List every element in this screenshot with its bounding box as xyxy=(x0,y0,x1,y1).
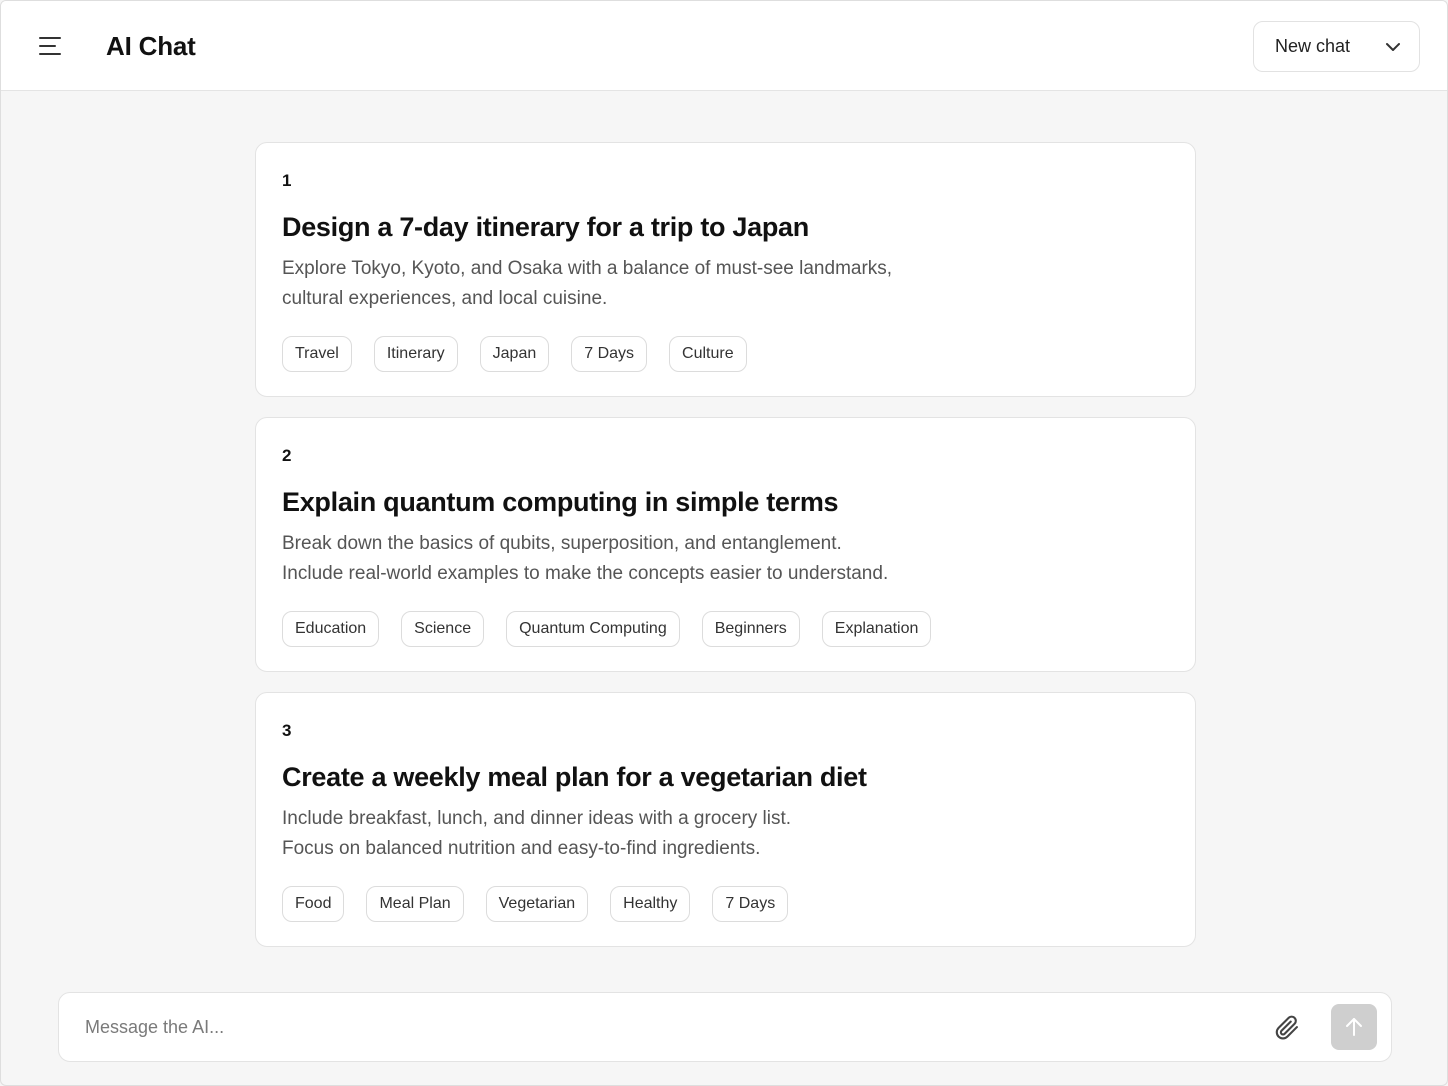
card-description-line: Explore Tokyo, Kyoto, and Osaka with a b… xyxy=(282,258,893,279)
card-number: 2 xyxy=(282,446,292,465)
app-title: AI Chat xyxy=(106,31,196,61)
hamburger-menu-icon xyxy=(39,37,61,39)
prompt-card-list: 1 Design a 7-day itinerary for a trip to… xyxy=(255,142,1196,967)
tag-chip[interactable]: Food xyxy=(282,886,345,922)
tag-chip[interactable]: Quantum Computing xyxy=(506,611,680,647)
tag-chip[interactable]: 7 Days xyxy=(712,886,789,922)
tag-chip[interactable]: 7 Days xyxy=(571,336,648,372)
message-composer xyxy=(58,992,1392,1062)
card-description-line: Focus on balanced nutrition and easy-to-… xyxy=(282,838,761,859)
tag-chip[interactable]: Itinerary xyxy=(373,336,458,372)
tag-chip[interactable]: Vegetarian xyxy=(485,886,589,922)
tag-chip[interactable]: Meal Plan xyxy=(366,886,464,922)
card-title: Design a 7-day itinerary for a trip to J… xyxy=(282,212,809,242)
card-number: 3 xyxy=(282,721,292,740)
card-title: Create a weekly meal plan for a vegetari… xyxy=(282,762,867,792)
tag-chip[interactable]: Travel xyxy=(282,336,352,372)
tag-chip[interactable]: Education xyxy=(282,611,380,647)
hamburger-line xyxy=(39,53,61,55)
card-description: Include breakfast, lunch, and dinner ide… xyxy=(282,804,1169,864)
card-title: Explain quantum computing in simple term… xyxy=(282,487,839,517)
tag-list: Food Meal Plan Vegetarian Healthy 7 Days xyxy=(282,886,789,922)
hamburger-line xyxy=(39,45,56,47)
new-chat-dropdown[interactable]: New chat xyxy=(1253,21,1420,72)
prompt-card[interactable]: 1 Design a 7-day itinerary for a trip to… xyxy=(255,142,1196,397)
chevron-down-icon xyxy=(1386,43,1400,51)
menu-button[interactable] xyxy=(31,29,69,63)
send-button[interactable] xyxy=(1331,1004,1377,1050)
message-input[interactable] xyxy=(59,993,1239,1061)
card-description: Explore Tokyo, Kyoto, and Osaka with a b… xyxy=(282,254,1169,314)
header-bar: AI Chat New chat xyxy=(1,1,1447,91)
tag-chip[interactable]: Beginners xyxy=(701,611,800,647)
tag-list: Travel Itinerary Japan 7 Days Culture xyxy=(282,336,747,372)
tag-chip[interactable]: Science xyxy=(401,611,485,647)
card-number: 1 xyxy=(282,171,292,190)
new-chat-label: New chat xyxy=(1275,36,1351,56)
prompt-card[interactable]: 2 Explain quantum computing in simple te… xyxy=(255,417,1196,672)
tag-chip[interactable]: Japan xyxy=(479,336,550,372)
tag-chip[interactable]: Explanation xyxy=(821,611,932,647)
card-description-line: Break down the basics of qubits, superpo… xyxy=(282,533,842,554)
tag-chip[interactable]: Healthy xyxy=(610,886,691,922)
card-description: Break down the basics of qubits, superpo… xyxy=(282,529,1169,589)
card-description-line: Include breakfast, lunch, and dinner ide… xyxy=(282,808,792,829)
tag-list: Education Science Quantum Computing Begi… xyxy=(282,611,932,647)
prompt-card[interactable]: 3 Create a weekly meal plan for a vegeta… xyxy=(255,692,1196,947)
card-description-line: cultural experiences, and local cuisine. xyxy=(282,288,608,309)
arrow-up-icon xyxy=(1346,1018,1362,1036)
paperclip-icon[interactable] xyxy=(1273,1013,1301,1043)
app-window: AI Chat New chat 1 Design a 7-day itiner… xyxy=(0,0,1448,1086)
card-description-line: Include real-world examples to make the … xyxy=(282,563,889,584)
tag-chip[interactable]: Culture xyxy=(669,336,747,372)
